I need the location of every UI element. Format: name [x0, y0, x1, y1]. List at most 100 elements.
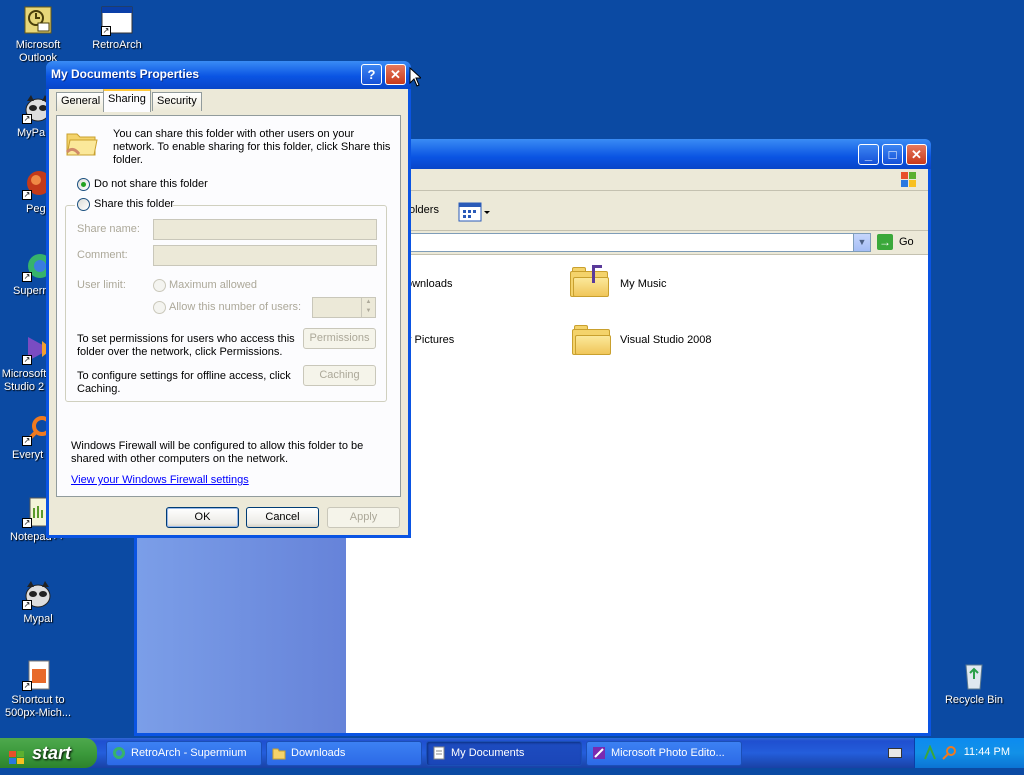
- go-button[interactable]: Go: [899, 236, 914, 248]
- shortcut-arrow-icon: ↗: [22, 114, 32, 124]
- caching-button[interactable]: Caching: [303, 365, 376, 386]
- close-button[interactable]: ✕: [906, 144, 927, 165]
- shortcut-arrow-icon: ↗: [22, 272, 32, 282]
- taskbar-button-downloads[interactable]: Downloads: [266, 741, 422, 766]
- desktop-icon-label: RetroArch: [92, 39, 142, 51]
- apply-button[interactable]: Apply: [327, 507, 400, 528]
- permissions-text: To set permissions for users who access …: [77, 333, 295, 345]
- tab-security[interactable]: Security: [152, 92, 202, 111]
- taskbar-button-label: RetroArch - Supermium: [131, 747, 247, 759]
- system-tray: 11:44 PM: [914, 738, 1024, 768]
- raccoon-icon: ↗: [22, 578, 54, 610]
- firewall-text: shared with other computers on the netwo…: [71, 453, 289, 465]
- app-window-icon: ↗: [101, 4, 133, 36]
- share-name-input[interactable]: [153, 219, 377, 240]
- list-item[interactable]: My Music: [620, 278, 666, 290]
- intro-text: folder.: [113, 154, 143, 166]
- start-label: start: [32, 743, 72, 763]
- groupbox-header: Share this folder: [75, 192, 174, 214]
- ok-button[interactable]: OK: [166, 507, 239, 528]
- desktop-icon-label: Microsoft Studio 2: [1, 368, 47, 393]
- keyboard-icon[interactable]: [888, 748, 902, 758]
- permissions-text: folder over the network, click Permissio…: [77, 346, 283, 358]
- tab-sharing[interactable]: Sharing: [103, 89, 151, 112]
- firewall-settings-link[interactable]: View your Windows Firewall settings: [71, 474, 249, 486]
- share-name-label: Share name:: [77, 223, 140, 235]
- file-list: ownloads My Music y Pictures Visual Stud…: [346, 255, 928, 733]
- caching-text: To configure settings for offline access…: [77, 370, 291, 382]
- start-button[interactable]: start: [0, 738, 97, 768]
- views-button[interactable]: [454, 201, 492, 223]
- documents-icon: [432, 746, 446, 760]
- intro-text: network. To enable sharing for this fold…: [113, 141, 391, 153]
- desktop-icon-outlook[interactable]: Microsoft Outlook: [0, 4, 76, 65]
- music-folder-icon[interactable]: [570, 265, 610, 297]
- folder-icon[interactable]: [572, 323, 612, 355]
- share-folder-radio[interactable]: [77, 198, 90, 211]
- properties-dialog[interactable]: My Documents Properties ? ✕ General Shar…: [46, 61, 411, 538]
- taskbar-button-retroarch[interactable]: RetroArch - Supermium: [106, 741, 262, 766]
- comment-label: Comment:: [77, 249, 128, 261]
- shortcut-arrow-icon: ↗: [22, 436, 32, 446]
- views-icon: [458, 202, 490, 222]
- desktop-icon-mypal[interactable]: ↗ Mypal: [0, 578, 76, 626]
- browser-icon: [112, 746, 126, 760]
- shortcut-arrow-icon: ↗: [22, 190, 32, 200]
- maximize-button[interactable]: □: [882, 144, 903, 165]
- shortcut-arrow-icon: ↗: [22, 681, 32, 691]
- photo-editor-icon: [592, 746, 606, 760]
- user-limit-label: User limit:: [77, 279, 126, 291]
- intro-text: You can share this folder with other use…: [113, 128, 355, 140]
- comment-input[interactable]: [153, 245, 377, 266]
- desktop-icon-recycle-bin[interactable]: Recycle Bin: [936, 659, 1012, 707]
- chevron-down-icon[interactable]: ▼: [853, 234, 870, 251]
- desktop-icon-shortcut-image[interactable]: ↗ Shortcut to 500px-Mich...: [0, 659, 76, 720]
- permissions-button[interactable]: Permissions: [303, 328, 376, 349]
- recycle-bin-icon: [958, 659, 990, 691]
- windows-logo-icon: [896, 170, 922, 190]
- network-icon[interactable]: [923, 744, 937, 761]
- maximum-allowed-label: Maximum allowed: [169, 279, 258, 291]
- shared-folder-icon: [65, 126, 99, 158]
- shortcut-arrow-icon: ↗: [101, 26, 111, 36]
- taskbar-button-my-documents[interactable]: My Documents: [426, 741, 582, 766]
- clock[interactable]: 11:44 PM: [964, 746, 1010, 758]
- taskbar-button-label: My Documents: [451, 747, 525, 759]
- taskbar-button-label: Microsoft Photo Edito...: [611, 747, 725, 759]
- allow-number-label: Allow this number of users:: [169, 301, 302, 313]
- shortcut-arrow-icon: ↗: [22, 600, 32, 610]
- mouse-cursor-icon: [409, 66, 423, 87]
- dialog-title: My Documents Properties: [51, 67, 200, 81]
- tab-general[interactable]: General: [56, 92, 106, 111]
- image-file-icon: ↗: [22, 659, 54, 691]
- cancel-button[interactable]: Cancel: [246, 507, 319, 528]
- share-folder-label[interactable]: Share this folder: [94, 198, 174, 210]
- firewall-text: Windows Firewall will be configured to a…: [71, 440, 364, 452]
- outlook-icon: [22, 4, 54, 36]
- dialog-body: General Sharing Security You can share t…: [49, 89, 408, 535]
- do-not-share-radio[interactable]: [77, 178, 90, 191]
- folders-button[interactable]: olders: [409, 204, 439, 216]
- shortcut-arrow-icon: ↗: [22, 518, 32, 528]
- desktop-icon-label: Mypal: [23, 613, 53, 625]
- taskbar-button-photo-editor[interactable]: Microsoft Photo Edito...: [586, 741, 742, 766]
- desktop-icon-label: Recycle Bin: [944, 694, 1004, 706]
- user-count-stepper[interactable]: ▲ ▼: [312, 297, 376, 318]
- sharing-panel: You can share this folder with other use…: [56, 115, 401, 497]
- do-not-share-label[interactable]: Do not share this folder: [94, 178, 208, 190]
- minimize-button[interactable]: _: [858, 144, 879, 165]
- allow-number-radio[interactable]: [153, 301, 166, 314]
- list-item[interactable]: ownloads: [406, 278, 452, 290]
- help-button[interactable]: ?: [361, 64, 382, 85]
- list-item[interactable]: y Pictures: [406, 334, 454, 346]
- taskbar-button-label: Downloads: [291, 747, 346, 759]
- shortcut-arrow-icon: ↗: [22, 355, 32, 365]
- dialog-titlebar[interactable]: My Documents Properties ? ✕: [46, 61, 411, 89]
- maximum-allowed-radio[interactable]: [153, 279, 166, 292]
- list-item[interactable]: Visual Studio 2008: [620, 334, 712, 346]
- close-button[interactable]: ✕: [385, 64, 406, 85]
- search-icon[interactable]: [941, 745, 957, 761]
- desktop-icon-retroarch[interactable]: ↗ RetroArch: [79, 4, 155, 52]
- go-arrow-icon[interactable]: →: [877, 234, 893, 250]
- folder-icon: [272, 746, 286, 760]
